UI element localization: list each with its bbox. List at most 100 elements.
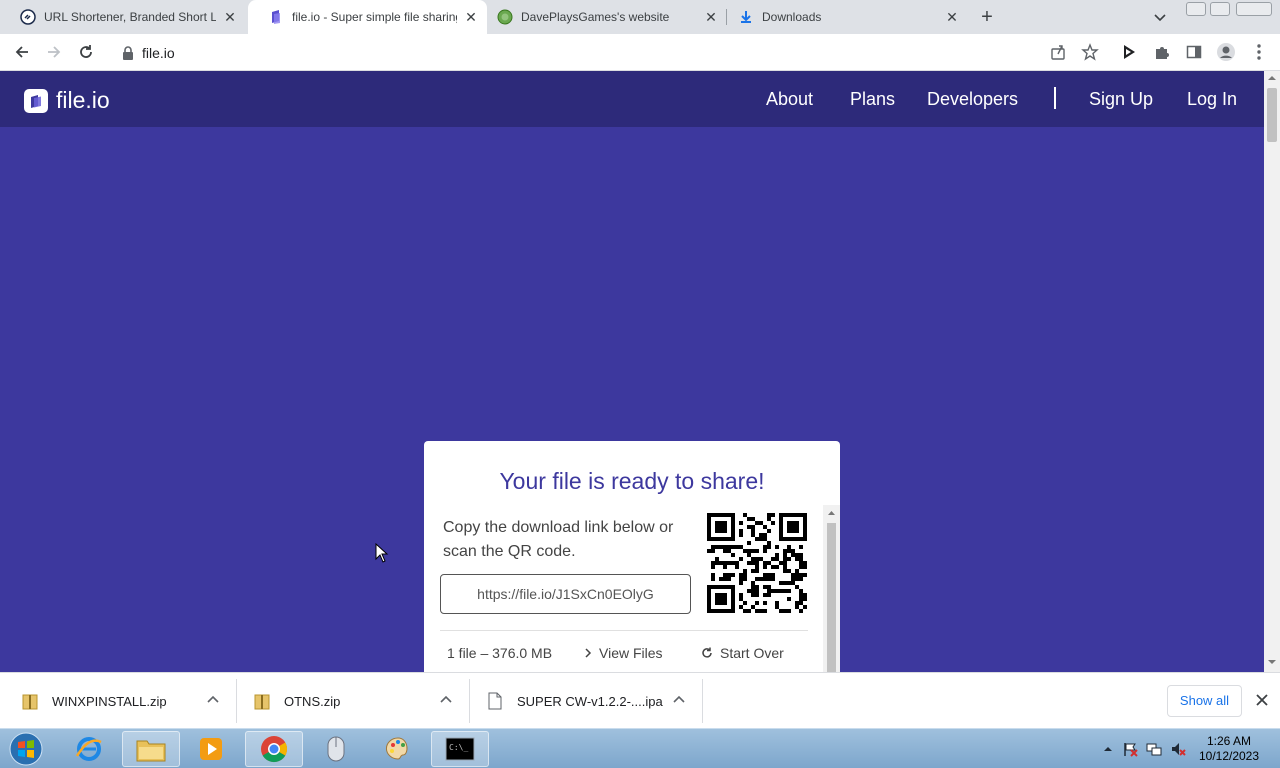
- zip-folder-icon: [22, 694, 38, 710]
- brand[interactable]: file.io: [24, 87, 110, 114]
- address-bar[interactable]: file.io: [112, 38, 1108, 67]
- taskbar-command-prompt[interactable]: C:\_: [431, 731, 489, 767]
- nav-plans-link[interactable]: Plans: [850, 89, 895, 110]
- reload-icon[interactable]: [76, 42, 96, 62]
- media-player-icon: [200, 738, 222, 760]
- tab-title: URL Shortener, Branded Short Links & Ana…: [44, 10, 216, 24]
- browser-toolbar: file.io: [0, 34, 1280, 71]
- clock-date: 10/12/2023: [1198, 749, 1260, 763]
- nav-signup-link[interactable]: Sign Up: [1089, 89, 1153, 110]
- taskbar-chrome[interactable]: [245, 731, 303, 767]
- bookmark-star-icon[interactable]: [1080, 42, 1100, 62]
- start-over-label: Start Over: [720, 645, 784, 661]
- close-window-button[interactable]: [1236, 2, 1272, 16]
- chevron-up-icon[interactable]: [672, 693, 686, 707]
- forward-arrow-icon[interactable]: [44, 42, 64, 62]
- brand-name: file.io: [56, 87, 110, 113]
- maximize-button[interactable]: [1210, 2, 1230, 16]
- tinyurl-icon: [20, 9, 36, 25]
- share-card: Your file is ready to share! Copy the do…: [424, 441, 840, 672]
- nav-about-link[interactable]: About: [766, 89, 813, 110]
- taskbar-internet-explorer[interactable]: [60, 731, 118, 767]
- file-summary: 1 file – 376.0 MB: [447, 645, 553, 661]
- profile-icon[interactable]: [1216, 42, 1236, 62]
- network-icon[interactable]: [1146, 741, 1162, 757]
- volume-muted-icon[interactable]: [1170, 741, 1186, 757]
- tab-downloads[interactable]: Downloads ✕: [718, 0, 968, 34]
- taskbar-mouse-app[interactable]: [307, 731, 365, 767]
- close-icon[interactable]: [1254, 692, 1270, 708]
- download-item[interactable]: WINXPINSTALL.zip: [22, 673, 167, 729]
- new-tab-button[interactable]: +: [976, 6, 998, 28]
- start-over-button[interactable]: Start Over: [700, 645, 784, 661]
- nav-divider: [1054, 87, 1056, 109]
- card-scrollbar-thumb[interactable]: [827, 523, 836, 672]
- side-panel-icon[interactable]: [1184, 42, 1204, 62]
- extension-arrow-icon[interactable]: [1119, 42, 1139, 62]
- download-shelf: WINXPINSTALL.zip OTNS.zip SUPER CW-v1.2.…: [0, 672, 1280, 728]
- chevron-up-icon[interactable]: [439, 693, 453, 707]
- card-title: Your file is ready to share!: [499, 468, 765, 494]
- download-filename: SUPER CW-v1.2.2-....ipa: [517, 693, 663, 709]
- share-icon[interactable]: [1048, 42, 1068, 62]
- taskbar-file-explorer[interactable]: [122, 731, 180, 767]
- svg-text:C:\_: C:\_: [449, 743, 468, 752]
- paint-palette-icon: [386, 737, 408, 760]
- command-prompt-icon: C:\_: [445, 737, 475, 761]
- card-instructions: Copy the download link below or scan the…: [443, 519, 674, 560]
- tab-title: file.io - Super simple file sharing: [292, 10, 457, 24]
- lock-icon[interactable]: [118, 43, 138, 63]
- globe-icon: [497, 9, 513, 25]
- puzzle-icon[interactable]: [1152, 42, 1172, 62]
- tab-tinyurl[interactable]: URL Shortener, Branded Short Links & Ana…: [0, 0, 246, 34]
- tab-title: Downloads: [762, 10, 822, 24]
- minimize-button[interactable]: [1186, 2, 1206, 16]
- start-button[interactable]: [4, 730, 48, 768]
- nav-login-link[interactable]: Log In: [1187, 89, 1237, 110]
- windows-logo-icon: [9, 732, 43, 766]
- show-all-button[interactable]: Show all: [1167, 685, 1242, 717]
- taskbar-media-player[interactable]: [182, 731, 240, 767]
- mouse-cursor-icon: [375, 543, 389, 563]
- page-scrollbar[interactable]: [1264, 71, 1280, 672]
- page-scrollbar-thumb[interactable]: [1267, 88, 1277, 142]
- nav-developers-link[interactable]: Developers: [927, 89, 1018, 110]
- view-files-button[interactable]: View Files: [582, 645, 663, 661]
- folder-icon: [136, 740, 166, 762]
- download-separator: [236, 679, 237, 723]
- show-hidden-icons-icon[interactable]: [1100, 741, 1116, 757]
- download-filename: OTNS.zip: [284, 693, 341, 709]
- action-center-flag-icon[interactable]: [1122, 741, 1138, 757]
- page-content: file.io About Plans Developers Sign Up L…: [0, 71, 1264, 672]
- tab-daveplaysgames[interactable]: DavePlaysGames's website ✕: [477, 0, 727, 34]
- tab-title: DavePlaysGames's website: [521, 10, 670, 24]
- close-icon[interactable]: ✕: [703, 9, 719, 25]
- download-filename: WINXPINSTALL.zip: [52, 693, 167, 709]
- close-icon[interactable]: ✕: [944, 9, 960, 25]
- scroll-down-icon[interactable]: [1267, 658, 1277, 666]
- back-arrow-icon[interactable]: [12, 42, 32, 62]
- divider: [440, 630, 808, 631]
- internet-explorer-icon: [75, 737, 102, 761]
- fileio-logo-icon: [24, 88, 48, 113]
- chrome-icon: [261, 736, 288, 763]
- kebab-menu-icon[interactable]: [1249, 42, 1269, 62]
- site-navbar: file.io About Plans Developers Sign Up L…: [0, 71, 1264, 127]
- taskbar-paint[interactable]: [369, 731, 427, 767]
- download-link-field[interactable]: https://file.io/J1SxCn0EOlyG: [440, 574, 691, 614]
- chevron-right-icon: [585, 648, 592, 658]
- scroll-up-icon[interactable]: [1267, 74, 1277, 82]
- download-item[interactable]: OTNS.zip: [254, 673, 340, 729]
- chevron-down-icon[interactable]: [1151, 8, 1169, 26]
- download-item[interactable]: SUPER CW-v1.2.2-....ipa: [487, 673, 663, 729]
- tab-fileio[interactable]: file.io - Super simple file sharing ✕: [248, 0, 487, 34]
- download-separator: [702, 679, 703, 723]
- system-clock[interactable]: 1:26 AM 10/12/2023: [1196, 734, 1262, 764]
- close-icon[interactable]: ✕: [222, 9, 238, 25]
- clock-time: 1:26 AM: [1206, 734, 1252, 748]
- chevron-up-icon[interactable]: [206, 693, 220, 707]
- tab-strip: URL Shortener, Branded Short Links & Ana…: [0, 0, 1280, 34]
- zip-folder-icon: [254, 694, 270, 710]
- download-icon: [738, 9, 754, 25]
- scroll-up-icon[interactable]: [827, 509, 836, 517]
